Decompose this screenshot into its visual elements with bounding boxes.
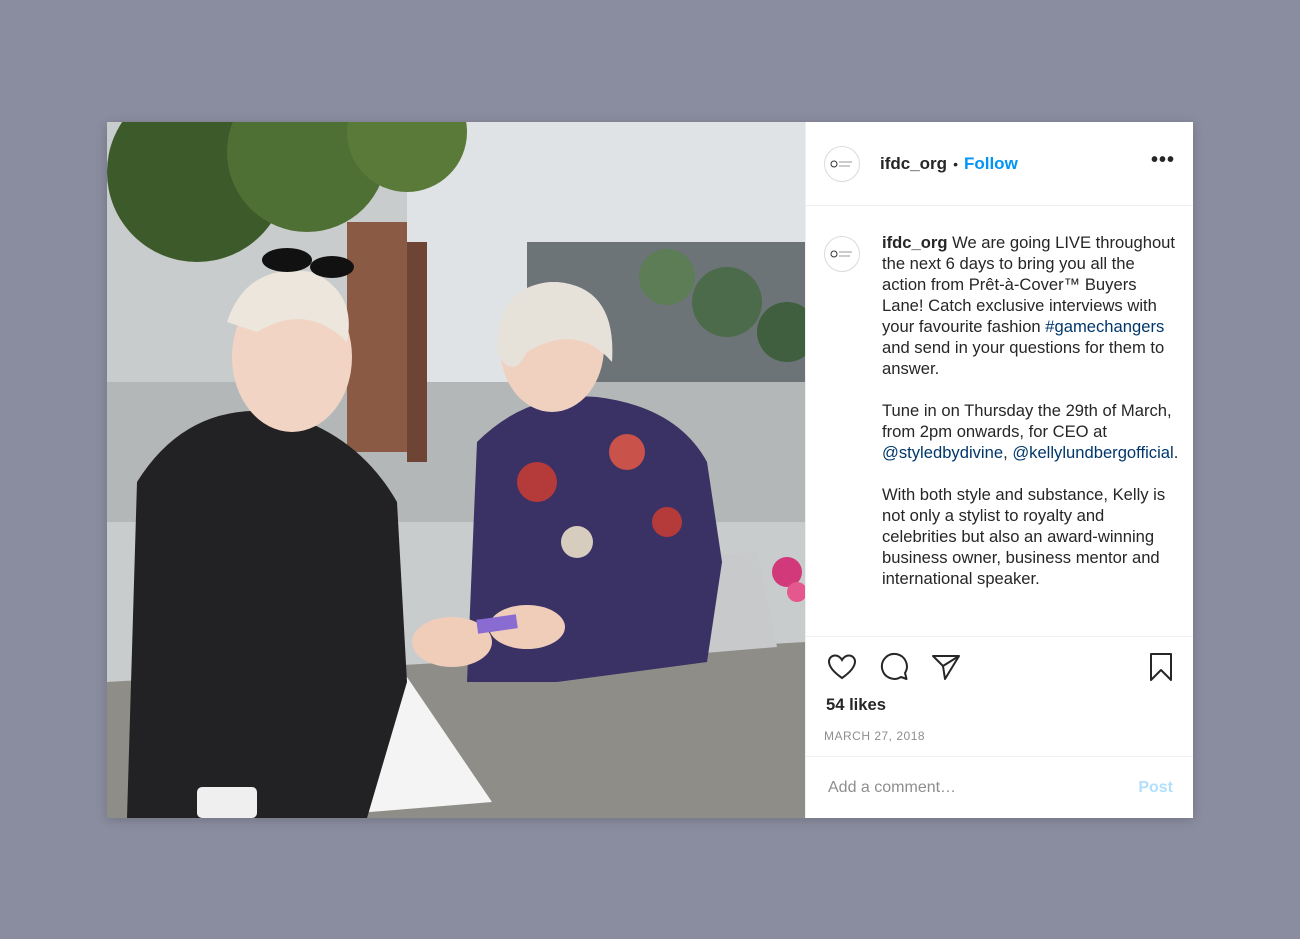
post-photo-illustration — [107, 122, 805, 818]
post-actions — [806, 637, 1193, 685]
post-header: ifdc_org • Follow ••• — [806, 122, 1193, 206]
post-side-panel: ifdc_org • Follow ••• ifdc_org We are go… — [805, 122, 1193, 818]
caption-paragraph-1: ifdc_org We are going LIVE throughout th… — [882, 232, 1181, 379]
avatar[interactable] — [824, 145, 860, 182]
mention-link[interactable]: @kellylundbergofficial — [1012, 443, 1173, 462]
post-date: MARCH 27, 2018 — [824, 729, 926, 743]
post-photo[interactable] — [107, 122, 805, 818]
header-username[interactable]: ifdc_org — [880, 154, 947, 174]
more-options-icon[interactable]: ••• — [1151, 150, 1175, 173]
follow-button[interactable]: Follow — [964, 154, 1018, 174]
likes-count[interactable]: 54 likes — [806, 685, 1193, 715]
caption-paragraph-2: Tune in on Thursday the 29th of March, f… — [882, 400, 1181, 463]
header-separator: • — [953, 155, 958, 172]
caption-paragraph-3: With both style and substance, Kelly is … — [882, 485, 1166, 588]
ifdc-logo-icon — [830, 160, 852, 167]
instagram-post-card: ifdc_org • Follow ••• ifdc_org We are go… — [107, 122, 1193, 818]
caption-username[interactable]: ifdc_org — [882, 233, 947, 252]
comment-box: Post — [806, 756, 1193, 818]
ifdc-logo-icon — [830, 250, 852, 258]
post-caption: ifdc_org We are going LIVE throughout th… — [882, 232, 1181, 636]
bookmark-icon[interactable] — [1145, 651, 1177, 683]
comment-icon[interactable] — [878, 651, 910, 683]
caption-text: and send in your questions for them to a… — [882, 338, 1165, 378]
comment-input[interactable] — [826, 777, 1139, 798]
avatar[interactable] — [824, 236, 860, 272]
caption-text: . — [1173, 443, 1179, 462]
post-comment-button[interactable]: Post — [1138, 779, 1173, 797]
caption-text: Tune in on Thursday the 29th of March, f… — [882, 401, 1172, 441]
paper-plane-icon[interactable] — [930, 651, 962, 683]
caption-text: , — [1003, 443, 1013, 462]
caption-area: ifdc_org We are going LIVE throughout th… — [806, 206, 1193, 637]
mention-link[interactable]: @styledbydivine — [882, 443, 1003, 462]
hashtag-link[interactable]: #gamechangers — [1045, 317, 1164, 336]
heart-icon[interactable] — [826, 651, 858, 683]
